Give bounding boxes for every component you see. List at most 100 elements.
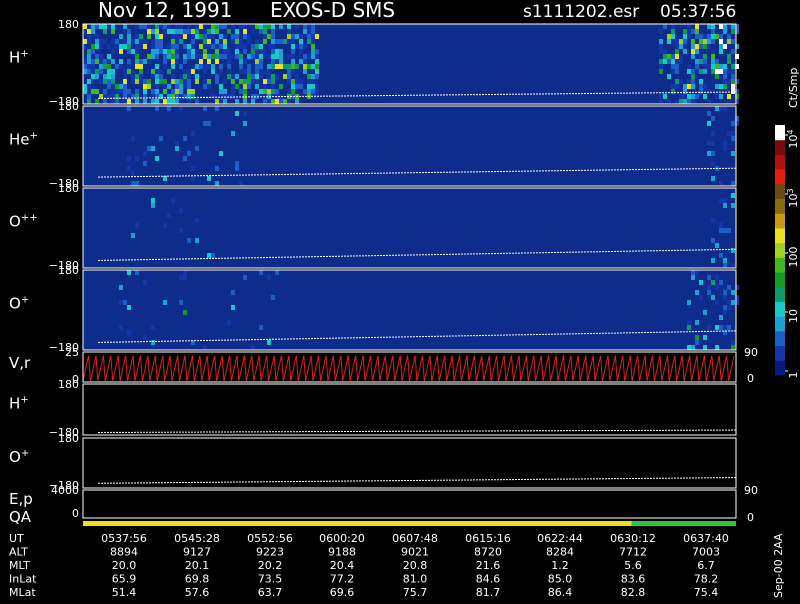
heatmap-cell: [171, 89, 175, 94]
heatmap-cell: [267, 74, 271, 79]
heatmap-cell: [315, 59, 319, 64]
heatmap-cell: [195, 24, 199, 29]
heatmap-cell: [719, 49, 723, 54]
heatmap-cell: [123, 79, 127, 84]
heatmap-cell: [219, 64, 223, 69]
heatmap-cell: [199, 44, 203, 49]
heatmap-cell: [171, 59, 175, 64]
heatmap-cell: [731, 263, 735, 268]
panel-label-superscript: ++: [21, 212, 38, 223]
heatmap-cell: [183, 74, 187, 79]
heatmap-cell: [283, 99, 287, 104]
heatmap-cell: [259, 44, 263, 49]
heatmap-cell: [179, 64, 183, 69]
heatmap-cell: [263, 99, 267, 104]
heatmap-cell: [275, 270, 279, 275]
heatmap-cell: [151, 203, 155, 208]
heatmap-cell: [143, 39, 147, 44]
heatmap-cell: [723, 84, 727, 89]
panel-stack: H+180−180He+180−180O++180−180O+180−180V,…: [9, 18, 758, 526]
heatmap-cell: [303, 44, 307, 49]
heatmap-cell: [727, 99, 731, 104]
heatmap-background: [83, 106, 736, 186]
heatmap-cell: [723, 295, 727, 300]
heatmap-cell: [719, 228, 723, 233]
heatmap-cell: [195, 74, 199, 79]
heatmap-cell: [147, 24, 151, 29]
heatmap-cell: [83, 39, 87, 44]
heatmap-cell: [307, 64, 311, 69]
heatmap-cell: [707, 24, 711, 29]
heatmap-cell: [191, 176, 195, 181]
heatmap-cell: [167, 94, 171, 99]
heatmap-cell: [191, 69, 195, 74]
right-tick-top: 90: [744, 484, 758, 497]
heatmap-cell: [191, 29, 195, 34]
table-cell: 0537:56: [101, 532, 147, 545]
heatmap-cell: [731, 151, 735, 156]
heatmap-cell: [315, 49, 319, 54]
heatmap-cell: [199, 54, 203, 59]
heatmap-cell: [211, 253, 215, 258]
table-cell: 0545:28: [174, 532, 220, 545]
heatmap-cell: [203, 106, 207, 111]
heatmap-cell: [659, 49, 663, 54]
heatmap-cell: [195, 29, 199, 34]
heatmap-cell: [83, 64, 87, 69]
heatmap-cell: [175, 94, 179, 99]
heatmap-cell: [111, 84, 115, 89]
heatmap-cell: [171, 79, 175, 84]
heatmap-cell: [243, 111, 247, 116]
panel-label-superscript: +: [20, 48, 28, 59]
heatmap-cell: [707, 39, 711, 44]
heatmap-cell: [727, 305, 731, 310]
heatmap-cell: [723, 64, 727, 69]
heatmap-cell: [719, 253, 723, 258]
heatmap-cell: [675, 79, 679, 84]
heatmap-cell: [127, 330, 131, 335]
heatmap-cell: [123, 99, 127, 104]
heatmap-cell: [667, 74, 671, 79]
heatmap-cell: [251, 29, 255, 34]
heatmap-cell: [115, 44, 119, 49]
right-tick-top: 90: [744, 346, 758, 359]
table-cell: 20.8: [403, 559, 428, 572]
heatmap-cell: [215, 74, 219, 79]
heatmap-cell: [275, 39, 279, 44]
header-time: 05:37:56: [660, 2, 736, 22]
heatmap-cell: [167, 69, 171, 74]
heatmap-cell: [219, 69, 223, 74]
heatmap-cell: [175, 59, 179, 64]
heatmap-cell: [143, 280, 147, 285]
heatmap-cell: [223, 89, 227, 94]
heatmap-cell: [691, 39, 695, 44]
heatmap-cell: [175, 141, 179, 146]
heatmap-cell: [151, 198, 155, 203]
heatmap-cell: [83, 24, 87, 29]
heatmap-cell: [295, 74, 299, 79]
heatmap-cell: [279, 39, 283, 44]
heatmap-cell: [171, 99, 175, 104]
heatmap-cell: [259, 69, 263, 74]
heatmap-cell: [235, 166, 239, 171]
heatmap-cell: [163, 79, 167, 84]
heatmap-cell: [87, 64, 91, 69]
heatmap-cell: [183, 275, 187, 280]
heatmap-cell: [731, 300, 735, 305]
heatmap-cell: [703, 345, 707, 350]
heatmap-cell: [711, 116, 715, 121]
heatmap-cell: [671, 54, 675, 59]
colorbar-segment: [775, 154, 785, 170]
heatmap-cell: [243, 84, 247, 89]
heatmap-cell: [147, 59, 151, 64]
heatmap-cell: [695, 29, 699, 34]
heatmap-cell: [659, 44, 663, 49]
heatmap-cell: [711, 141, 715, 146]
heatmap-cell: [127, 69, 131, 74]
heatmap-cell: [111, 29, 115, 34]
heatmap-cell: [687, 325, 691, 330]
heatmap-cell: [311, 79, 315, 84]
heatmap-cell: [123, 69, 127, 74]
heatmap-cell: [239, 39, 243, 44]
heatmap-cell: [711, 59, 715, 64]
